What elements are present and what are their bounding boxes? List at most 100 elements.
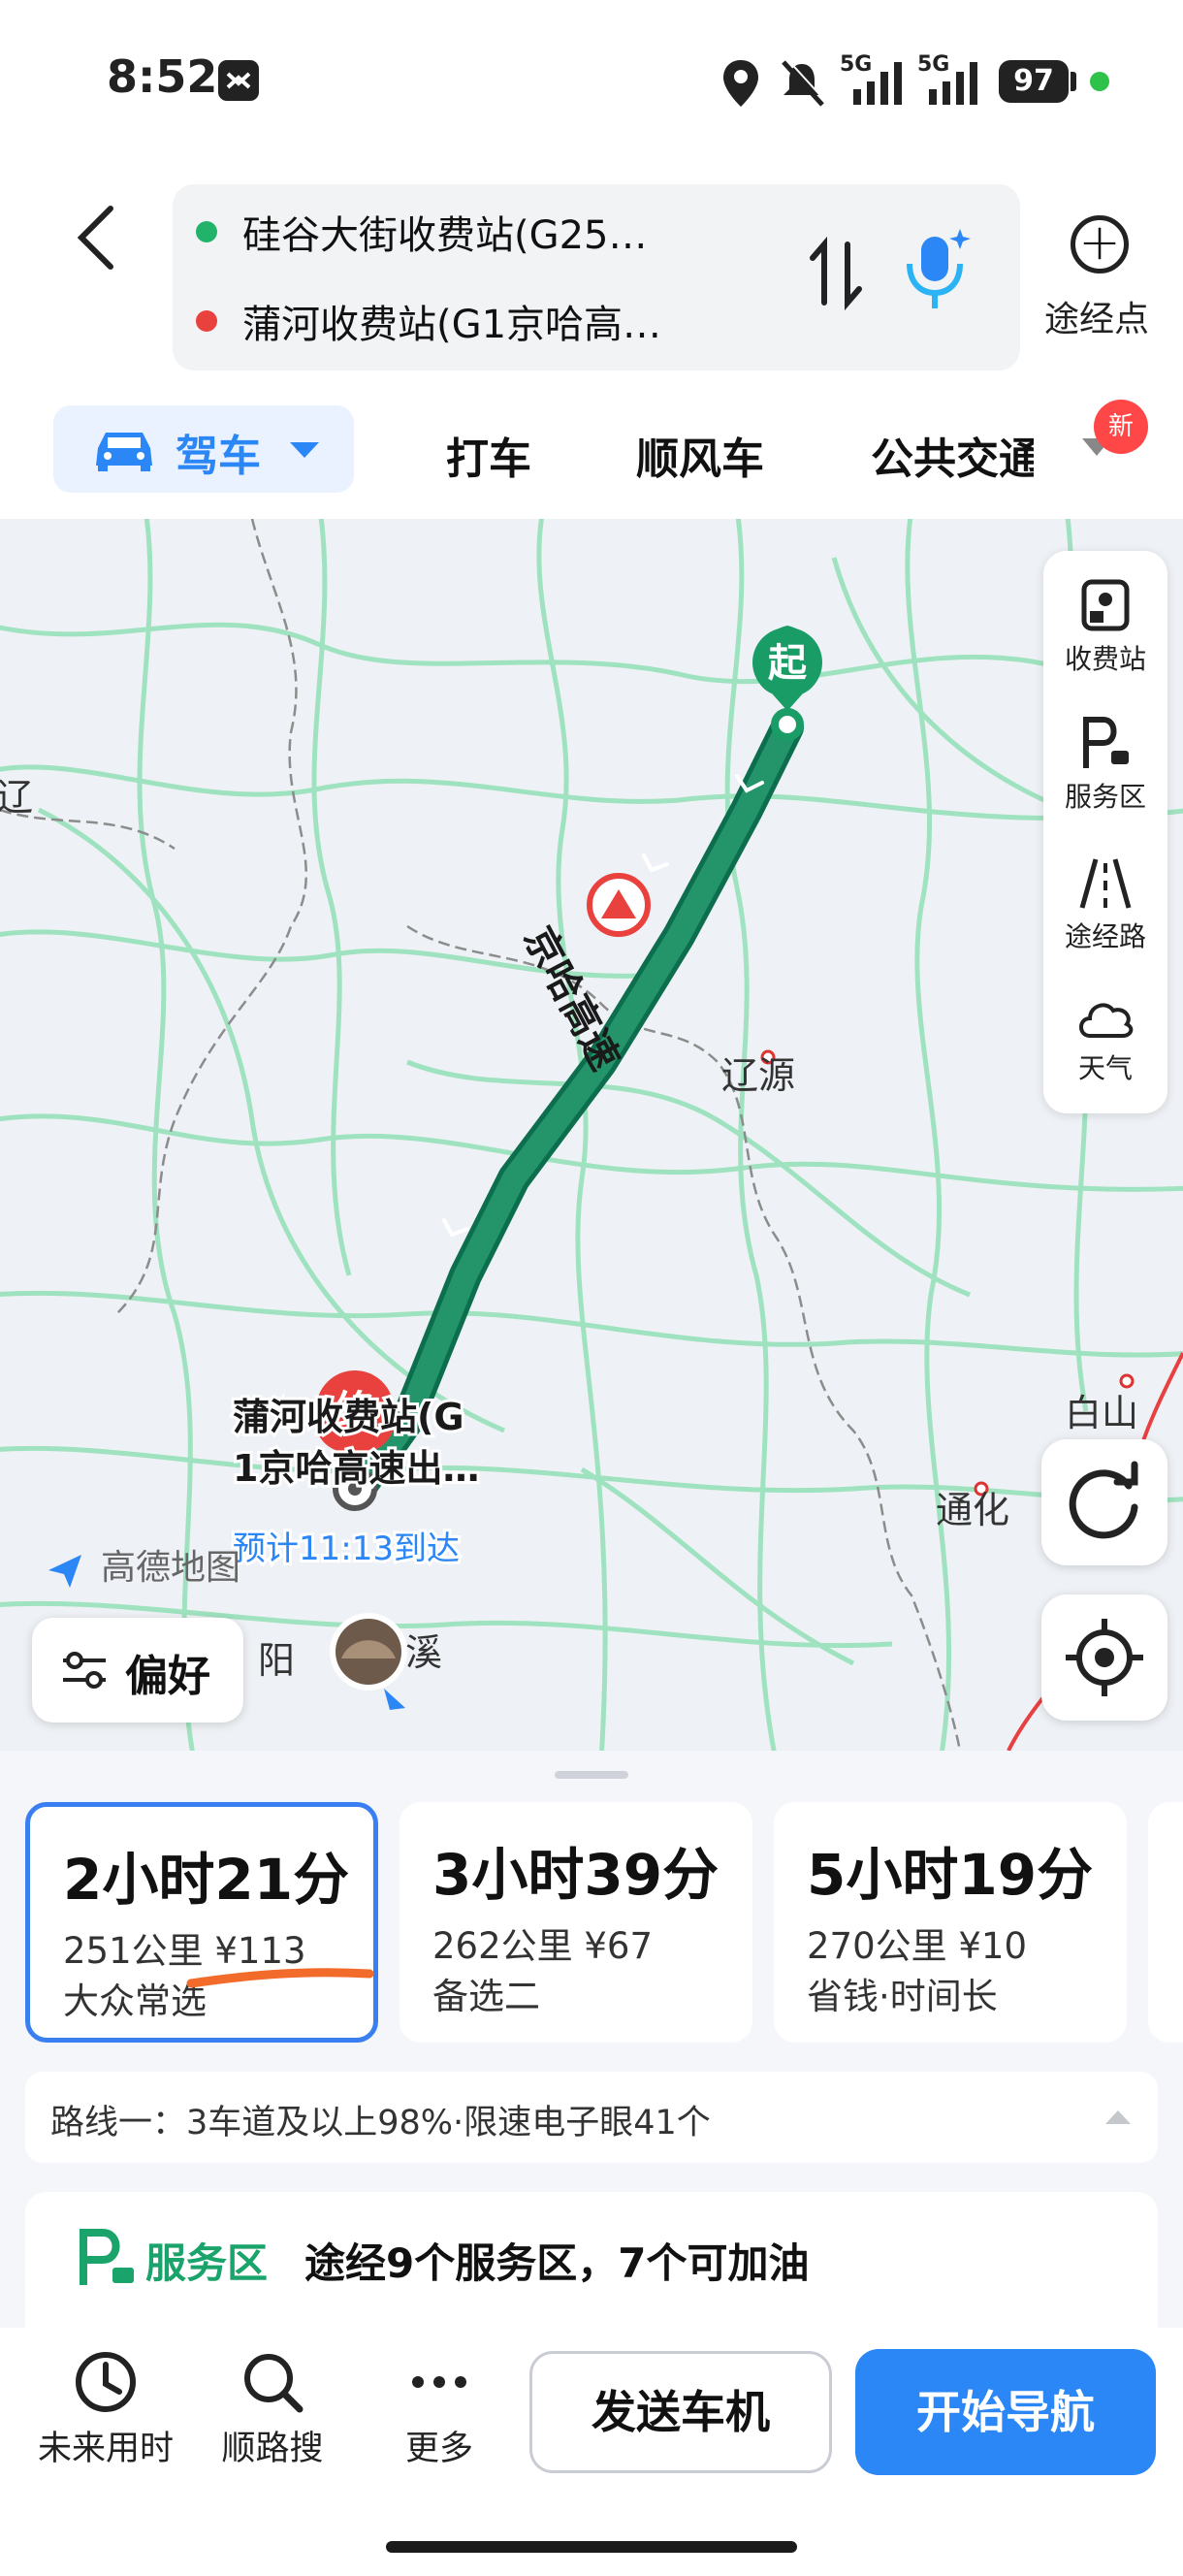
parking-icon: [1083, 717, 1129, 768]
clock: 8:52: [107, 50, 218, 103]
tab-taxi[interactable]: 打车: [446, 424, 531, 486]
voice-button[interactable]: [902, 225, 972, 314]
tab-transit[interactable]: 公共交通: [871, 424, 1034, 482]
route-note: 省钱·时间长: [807, 1976, 998, 2017]
notification-icon: [218, 60, 259, 101]
swap-icon: [810, 236, 862, 311]
route-time: 2小时21分: [63, 1847, 350, 1913]
charging-dot: [1090, 72, 1109, 91]
status-bar: 8:52 5G 5G 97: [0, 0, 1183, 155]
route-detail: 262公里 ¥67: [432, 1925, 654, 1967]
toll-icon: [1081, 579, 1130, 631]
brand-name: 高德地图: [101, 1548, 240, 1588]
origin-dot: [196, 221, 217, 242]
tab-drive-label: 驾车: [176, 432, 261, 481]
tab-drive[interactable]: 驾车: [53, 405, 354, 493]
route-time: 5小时19分: [807, 1842, 1094, 1908]
origin-field[interactable]: 硅谷大街收费站(G25…: [242, 204, 766, 260]
service-label: 服务区: [1064, 781, 1146, 813]
cloud-icon: [1079, 1003, 1134, 1038]
via-label[interactable]: 途经点: [1044, 291, 1149, 341]
chevron-left-icon: [77, 206, 113, 270]
location-icon: [723, 60, 758, 107]
route-option-1[interactable]: 2小时21分 251公里 ¥113 大众常选: [25, 1802, 378, 2043]
plus-icon: +: [1078, 213, 1121, 272]
start-marker-label: 起: [768, 641, 808, 686]
route-option-3[interactable]: 5小时19分 270公里 ¥10 省钱·时间长: [774, 1802, 1127, 2043]
via-road-label: 途经路: [1064, 920, 1146, 952]
back-button[interactable]: [68, 199, 126, 276]
map-layer-panel: 收费站 服务区 途经路 天气: [1043, 551, 1167, 1113]
new-badge: 新: [1094, 400, 1148, 454]
tab-transit-label: 公共交通: [871, 435, 1034, 482]
swap-button[interactable]: [807, 235, 865, 328]
route-detail: 270公里 ¥10: [807, 1925, 1028, 1967]
route-info-text: 路线一：3车道及以上98%·限速电子眼41个: [50, 2104, 711, 2142]
route-note: 备选二: [432, 1976, 540, 2017]
city-liao: 辽: [0, 776, 33, 819]
caret-down-icon: [290, 442, 319, 458]
destination-field[interactable]: 蒲河收费站(G1京哈高…: [242, 293, 766, 349]
signal-bars-1-icon: [853, 62, 902, 105]
microphone-icon: [907, 229, 971, 308]
send-to-car-button[interactable]: 发送车机: [529, 2351, 832, 2473]
sliders-icon: [63, 1652, 106, 1689]
city-liaoyuan: 辽源: [721, 1054, 795, 1097]
route-option-2[interactable]: 3小时39分 262公里 ¥67 备选二: [400, 1802, 752, 2043]
add-via-button[interactable]: +: [1071, 215, 1129, 274]
refresh-icon: [1069, 1461, 1138, 1539]
highlight-scribble: [186, 1968, 374, 1988]
roadwork-icon[interactable]: [587, 873, 651, 937]
battery-tip: [1071, 72, 1076, 91]
city-xi: 溪: [405, 1631, 442, 1674]
service-area-icon: [80, 2229, 134, 2285]
route-info-bar[interactable]: 路线一：3车道及以上98%·限速电子眼41个: [25, 2072, 1158, 2163]
city-dot-2: [1119, 1373, 1135, 1389]
weather-button[interactable]: 天气: [1043, 991, 1167, 1108]
start-navigation-button[interactable]: 开始导航: [855, 2349, 1156, 2475]
city-yang: 阳: [258, 1639, 295, 1682]
caret-up-icon: [1105, 2110, 1131, 2124]
route-time: 3小时39分: [432, 1842, 719, 1908]
home-indicator[interactable]: [386, 2541, 797, 2553]
route-input-box: 硅谷大街收费站(G25… 蒲河收费站(G1京哈高…: [173, 184, 1020, 370]
crosshair-icon: [1066, 1619, 1143, 1696]
eta-label: 预计11:13到达: [233, 1530, 460, 1568]
along-search-label: 顺路搜: [221, 2430, 324, 2468]
service-area-button[interactable]: 服务区: [1043, 714, 1167, 830]
more-dots-icon: [412, 2376, 466, 2388]
destination-dot: [196, 310, 217, 332]
map-canvas: 起 终 京哈高速 辽源 白山 通化 辽 阳 溪 蒲河收费站(G 1京哈高速出… …: [0, 519, 1183, 1751]
map-view[interactable]: 起 终 京哈高速 辽源 白山 通化 辽 阳 溪 蒲河收费站(G 1京哈高速出… …: [0, 519, 1183, 1751]
battery-icon: 97: [999, 60, 1069, 103]
locate-button[interactable]: [1041, 1594, 1167, 1721]
signal-bars-2-icon: [929, 62, 977, 105]
route-option-peek[interactable]: [1148, 1802, 1183, 2043]
car-icon: [96, 433, 152, 471]
weather-label: 天气: [1077, 1052, 1133, 1084]
search-icon: [244, 2354, 304, 2413]
more-button[interactable]: 更多: [357, 2347, 522, 2470]
future-time-button[interactable]: 未来用时: [23, 2347, 188, 2470]
toll-station-button[interactable]: 收费站: [1043, 576, 1167, 692]
sheet-handle[interactable]: [555, 1771, 628, 1779]
clock-icon: [76, 2352, 136, 2412]
along-search-button[interactable]: 顺路搜: [190, 2347, 355, 2470]
more-label: 更多: [404, 2430, 473, 2468]
via-road-button[interactable]: 途经路: [1043, 853, 1167, 970]
city-baishan: 白山: [1065, 1392, 1138, 1434]
tab-carpool[interactable]: 顺风车: [636, 424, 764, 486]
end-name-line2: 1京哈高速出…: [233, 1447, 479, 1490]
city-tonghua: 通化: [936, 1489, 1009, 1531]
refresh-button[interactable]: [1041, 1439, 1167, 1565]
toll-label: 收费站: [1064, 643, 1146, 675]
preference-label: 偏好: [125, 1652, 210, 1701]
service-area-text: 途经9个服务区，7个可加油: [304, 2239, 810, 2287]
future-time-label: 未来用时: [37, 2430, 174, 2468]
road-icon: [1079, 858, 1132, 909]
service-area-card[interactable]: 服务区 途经9个服务区，7个可加油: [25, 2192, 1158, 2347]
preference-button[interactable]: 偏好: [32, 1618, 243, 1723]
mute-icon: [782, 58, 827, 107]
end-name-line1: 蒲河收费站(G: [233, 1396, 464, 1438]
service-area-title: 服务区: [145, 2239, 269, 2287]
